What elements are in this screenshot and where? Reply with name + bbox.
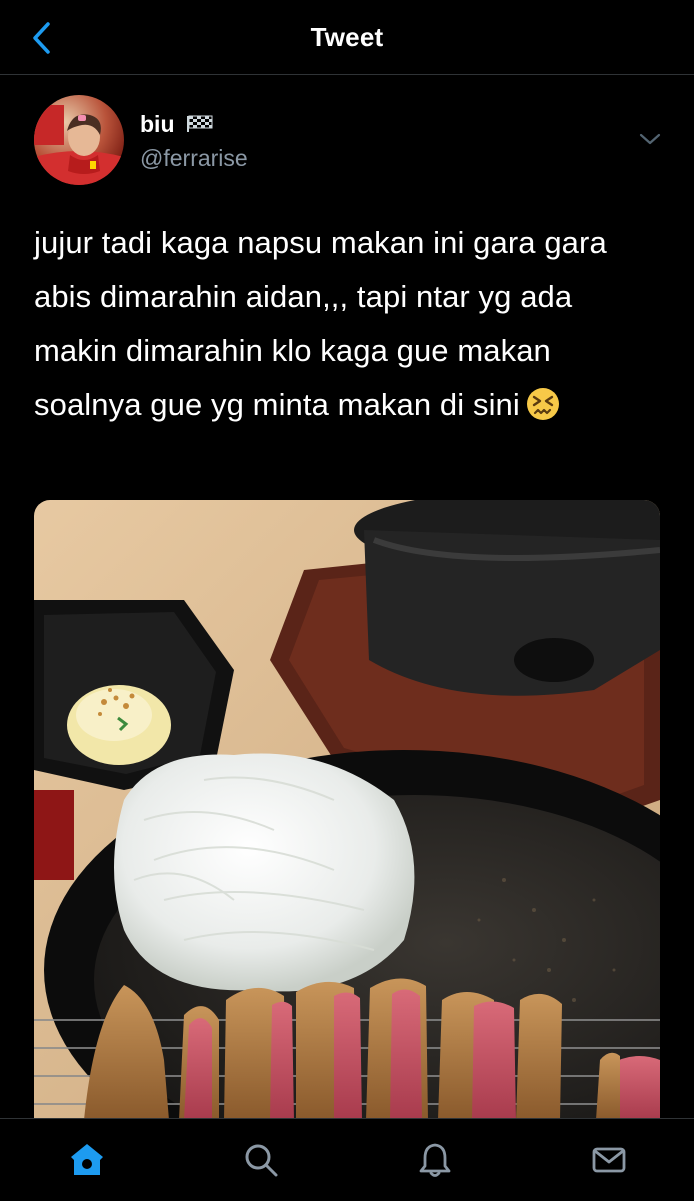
confounded-face-emoji — [526, 384, 560, 438]
more-options-button[interactable] — [636, 125, 664, 153]
mail-icon — [592, 1147, 626, 1173]
tweet-author: biu @ferrarise — [34, 95, 661, 187]
tab-notifications[interactable] — [412, 1137, 458, 1183]
search-icon — [245, 1144, 278, 1177]
bottom-tab-bar — [0, 1118, 694, 1201]
checkered-flag-icon — [187, 115, 213, 132]
top-navigation-bar: Tweet — [0, 0, 694, 75]
tab-messages[interactable] — [586, 1137, 632, 1183]
avatar-photo — [34, 95, 124, 185]
tweet-text: jujur tadi kaga napsu makan ini gara gar… — [34, 216, 664, 438]
display-name[interactable]: biu — [140, 111, 175, 138]
username-handle[interactable]: @ferrarise — [140, 145, 248, 172]
avatar[interactable] — [34, 95, 124, 185]
home-icon — [71, 1144, 103, 1175]
tab-home[interactable] — [64, 1137, 110, 1183]
tab-search[interactable] — [238, 1137, 284, 1183]
bell-icon — [419, 1143, 451, 1177]
page-title: Tweet — [310, 22, 384, 52]
chevron-down-icon — [639, 133, 661, 145]
tweet-photo[interactable] — [34, 500, 660, 1120]
food-photo-illustration — [34, 500, 660, 1120]
